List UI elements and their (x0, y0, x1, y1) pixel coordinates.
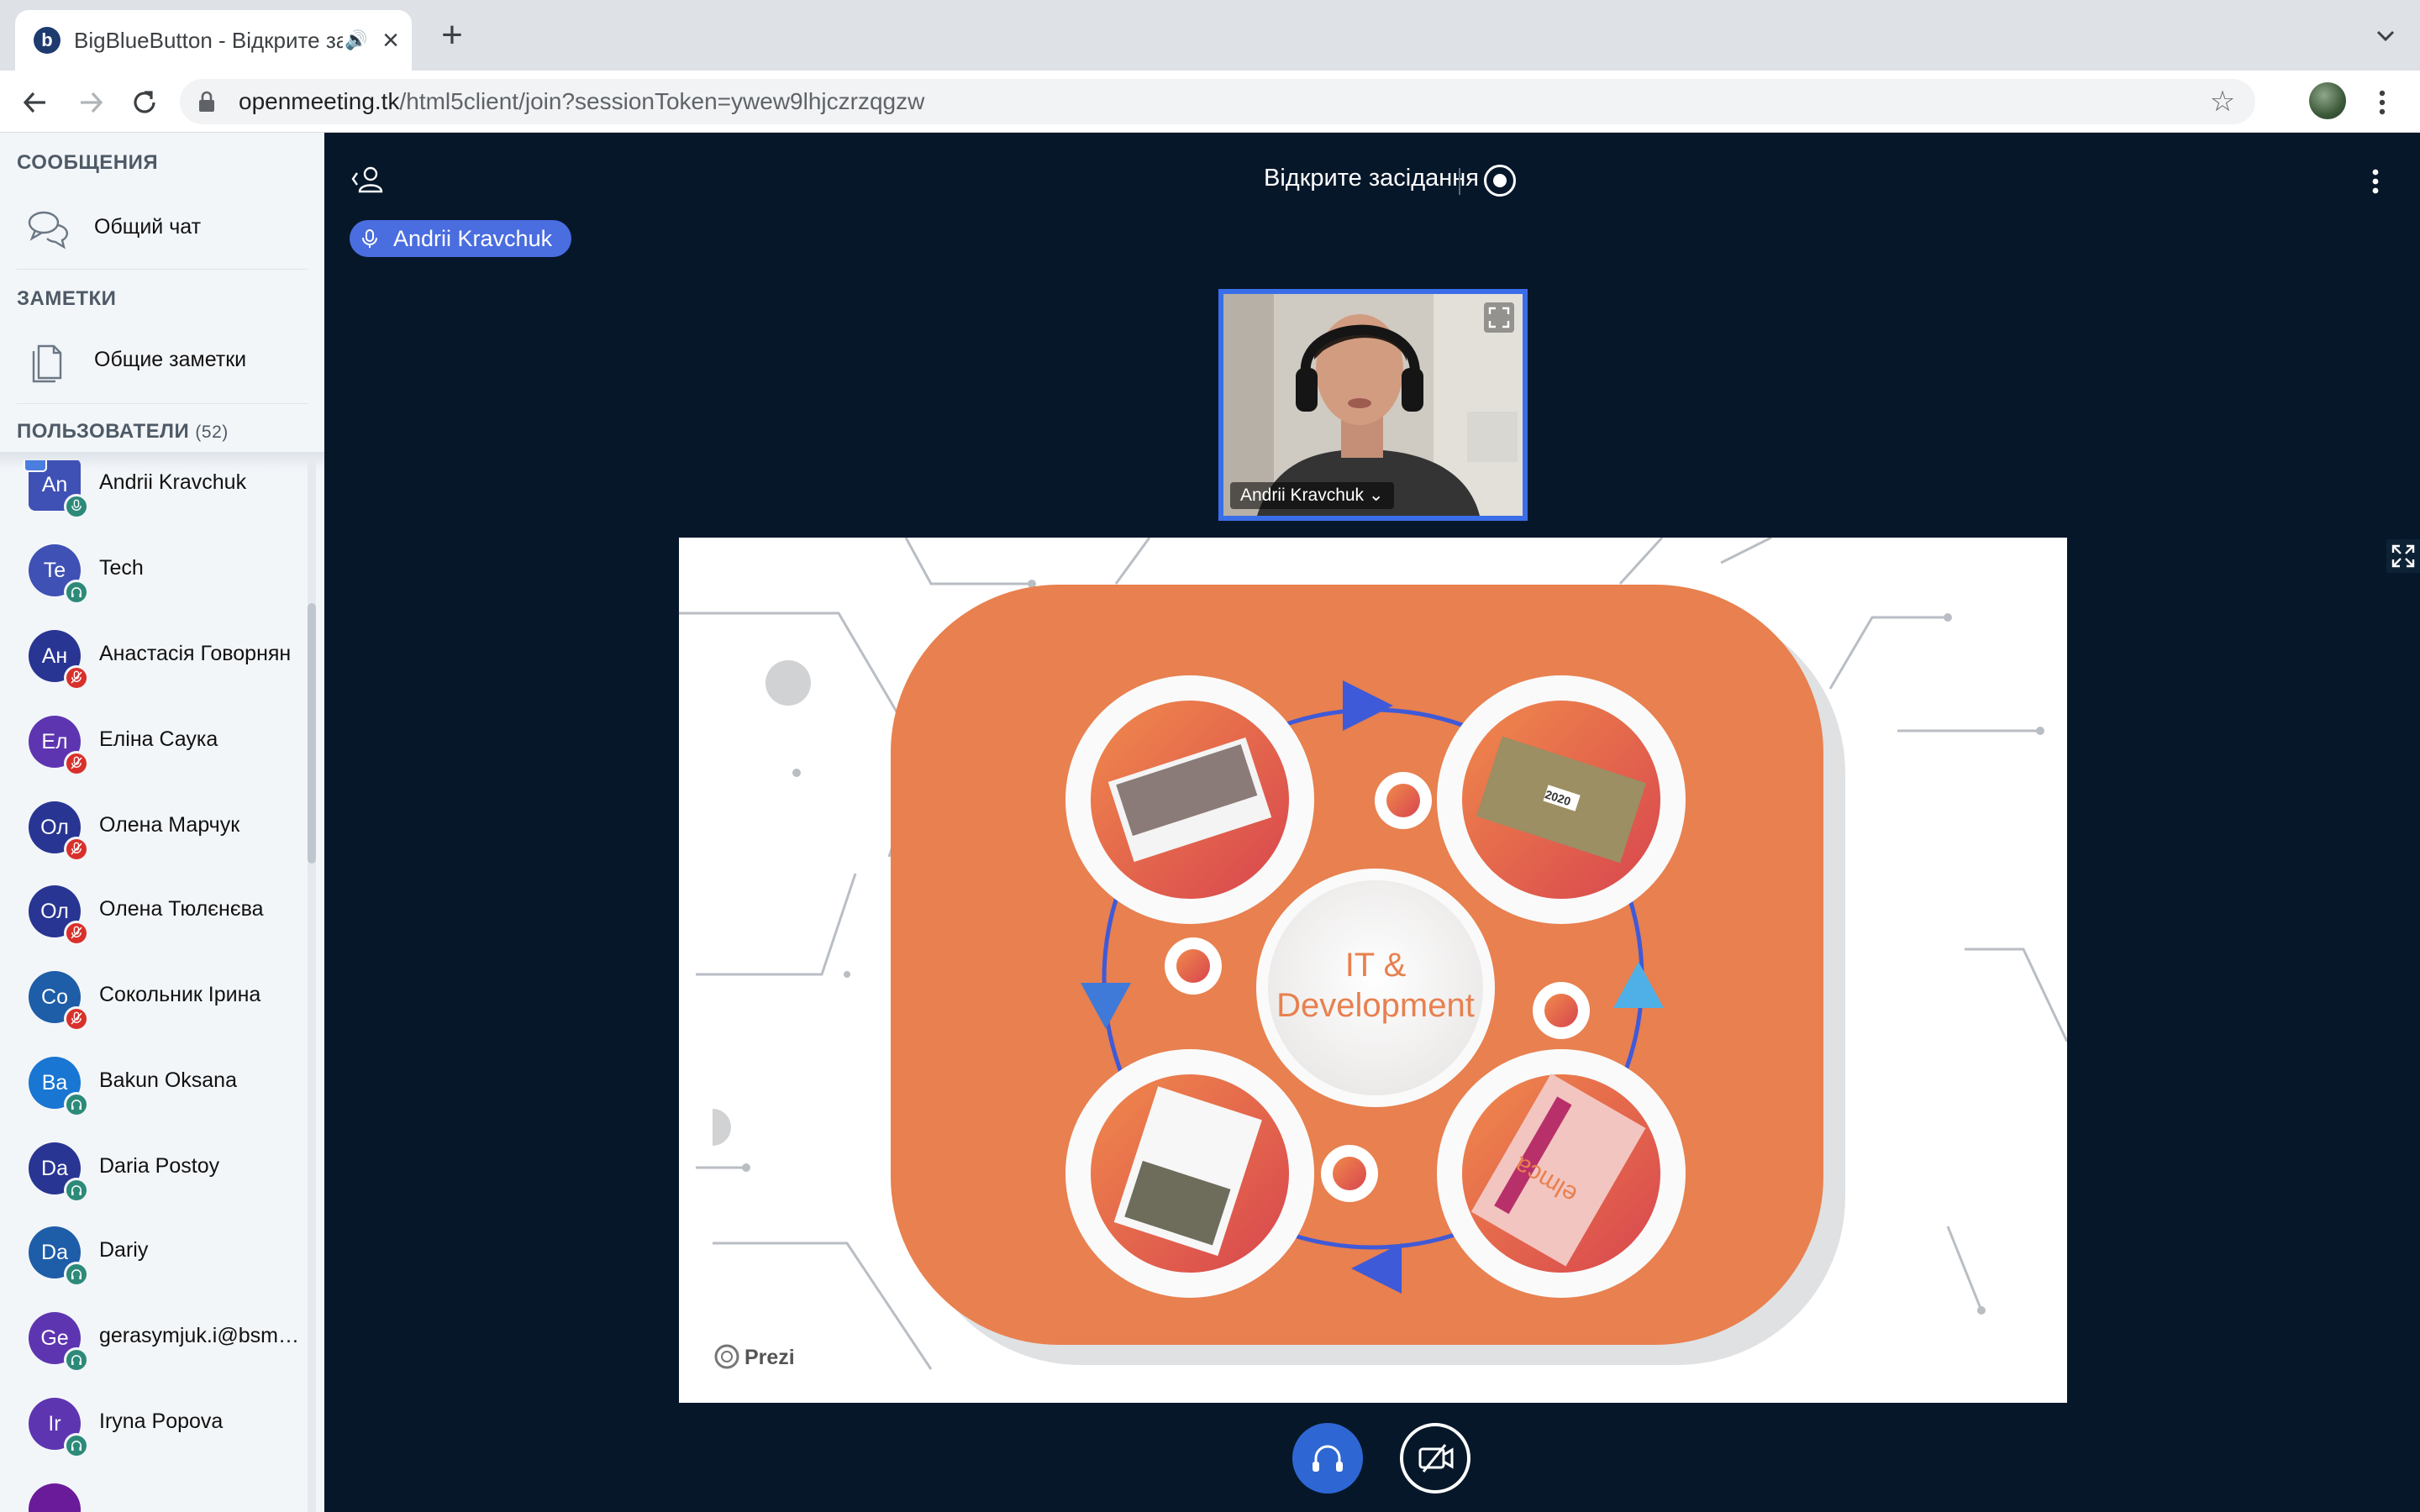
public-chat-label: Общий чат (94, 215, 202, 239)
user-name: Iryna Popova (99, 1410, 224, 1433)
user-name: Andrii Kravchuk (99, 470, 247, 494)
headphones-icon (64, 1347, 89, 1373)
user-list-item[interactable]: Da Daria Postoy (0, 1126, 311, 1210)
omnibox[interactable]: openmeeting.tk/html5client/join?sessionT… (180, 79, 2255, 124)
headphones-icon (1313, 1445, 1343, 1472)
url-domain: openmeeting.tk (239, 88, 400, 114)
users-count: (52) (195, 423, 229, 442)
headphones-icon (64, 580, 89, 605)
users-list: An Andrii Kravchuk Te Tech Ан Анастасія Говор… (0, 460, 324, 1512)
profile-avatar[interactable] (2309, 82, 2346, 119)
video-off-icon (1418, 1444, 1454, 1473)
user-list-panel: СООБЩЕНИЯ Общий чат ЗАМЕТКИ Общие заметк… (0, 133, 324, 1512)
users-scrollbar-thumb[interactable] (308, 603, 316, 864)
tab-title: BigBlueButton - Відкрите засідання (74, 28, 343, 53)
user-list-item[interactable]: Со Сокольник Ірина (0, 954, 311, 1038)
user-list-item[interactable]: Da Dariy (0, 1210, 311, 1294)
user-list-item[interactable]: Ir Iryna Popova (0, 1381, 311, 1465)
microphone-icon (362, 229, 377, 248)
messages-section-title: СООБЩЕНИЯ (17, 151, 159, 174)
fullscreen-icon[interactable] (1484, 302, 1514, 333)
title-separator (1459, 168, 1460, 195)
user-list-item[interactable]: Te Tech (0, 528, 311, 612)
bookmark-star-icon[interactable]: ☆ (2208, 87, 2237, 116)
browser-tab-bar: b BigBlueButton - Відкрите засідання 🔊 ×… (0, 0, 2420, 71)
address-toolbar: openmeeting.tk/html5client/join?sessionT… (0, 71, 2420, 133)
presenter-icon (24, 460, 47, 472)
slide-graphic: 2020 elmca IT & Development Prezi (679, 538, 2067, 1370)
headphones-icon (64, 1262, 89, 1287)
browser-tab[interactable]: b BigBlueButton - Відкрите засідання 🔊 × (15, 10, 412, 71)
options-kebab-icon[interactable] (2363, 166, 2388, 197)
users-title-text: ПОЛЬЗОВАТЕЛИ (17, 420, 190, 443)
camera-button[interactable] (1400, 1423, 1470, 1494)
user-list-item[interactable]: Ан Анастасія Говорнян (0, 613, 311, 697)
users-section-title: ПОЛЬЗОВАТЕЛИ (52) (17, 420, 229, 444)
webcam-user-name[interactable]: Andrii Kravchuk ⌄ (1230, 482, 1394, 509)
muted-mic-icon (64, 665, 89, 690)
toggle-user-list-icon[interactable] (350, 161, 387, 198)
user-name: gerasymjuk.i@bsmu.edu.ua (99, 1324, 306, 1347)
user-name: Daria Postoy (99, 1154, 220, 1178)
muted-mic-icon (64, 751, 89, 776)
main-presentation-area: Відкрите засідання Andrii Kravchuk Andri… (324, 133, 2420, 1512)
reload-icon[interactable] (128, 86, 161, 119)
headphones-icon (64, 1178, 89, 1203)
user-list-item[interactable]: An Andrii Kravchuk (0, 460, 311, 526)
user-name: Dariy (99, 1238, 149, 1262)
shared-notes-label: Общие заметки (94, 348, 247, 371)
user-name: Еліна Саука (99, 727, 218, 751)
user-name: Анастасія Говорнян (99, 642, 292, 665)
avatar (29, 1483, 81, 1512)
kebab-menu-icon[interactable] (2370, 86, 2395, 119)
url-path: /html5client/join?sessionToken=ywew9lhjc… (399, 88, 925, 114)
talking-user-name: Andrii Kravchuk (393, 226, 553, 251)
user-name: Bakun Oksana (99, 1068, 237, 1092)
divider (17, 269, 308, 270)
tab-close-icon[interactable]: × (378, 25, 403, 55)
document-icon (32, 344, 62, 383)
talking-indicator[interactable]: Andrii Kravchuk (350, 220, 571, 257)
prezi-logo-text: Prezi (744, 1346, 795, 1369)
user-name: Tech (99, 556, 144, 580)
user-list-item[interactable] (0, 1467, 311, 1512)
user-name: Олена Марчук (99, 813, 240, 837)
divider (17, 403, 308, 404)
microphone-icon (64, 494, 89, 519)
user-list-item[interactable]: Ел Еліна Саука (0, 699, 311, 783)
headphones-icon (64, 1092, 89, 1117)
headphones-icon (64, 1433, 89, 1458)
record-icon[interactable] (1484, 165, 1516, 197)
user-name: Олена Тюлєнєва (99, 897, 264, 921)
tab-audio-icon[interactable]: 🔊 (345, 25, 370, 55)
audio-button[interactable] (1292, 1423, 1363, 1494)
shared-notes-item[interactable]: Общие заметки (17, 331, 308, 391)
url-text[interactable]: openmeeting.tk/html5client/join?sessionT… (239, 86, 924, 118)
user-name: Сокольник Ірина (99, 983, 261, 1006)
presentation-fullscreen-icon[interactable] (2386, 539, 2420, 573)
chat-bubbles-icon (28, 211, 68, 249)
lock-icon[interactable] (197, 91, 217, 113)
muted-mic-icon (64, 837, 89, 862)
chevron-down-icon[interactable] (2373, 24, 2398, 49)
muted-mic-icon (64, 921, 89, 946)
forward-arrow-icon[interactable] (74, 86, 108, 119)
muted-mic-icon (64, 1006, 89, 1032)
user-list-item[interactable]: Ba Bakun Oksana (0, 1040, 311, 1124)
meeting-title: Відкрите засідання (1263, 165, 1479, 192)
presentation-slide[interactable]: 2020 elmca IT & Development Prezi (679, 538, 2067, 1403)
notes-section-title: ЗАМЕТКИ (17, 287, 117, 310)
slide-heading-line1: IT & (1345, 947, 1407, 984)
user-list-item[interactable]: Ол Олена Тюлєнєва (0, 869, 311, 953)
user-list-item[interactable]: Ол Олена Марчук (0, 785, 311, 869)
slide-heading-line2: Development (1276, 987, 1475, 1024)
public-chat-item[interactable]: Общий чат (17, 198, 308, 259)
back-arrow-icon[interactable] (18, 86, 52, 119)
new-tab-button[interactable]: + (435, 17, 469, 54)
user-list-item[interactable]: Gegerasymjuk.i@bsmu.edu.ua (0, 1295, 311, 1379)
webcam-video[interactable]: Andrii Kravchuk ⌄ (1218, 289, 1528, 521)
bigbluebutton-favicon-icon: b (34, 27, 60, 54)
